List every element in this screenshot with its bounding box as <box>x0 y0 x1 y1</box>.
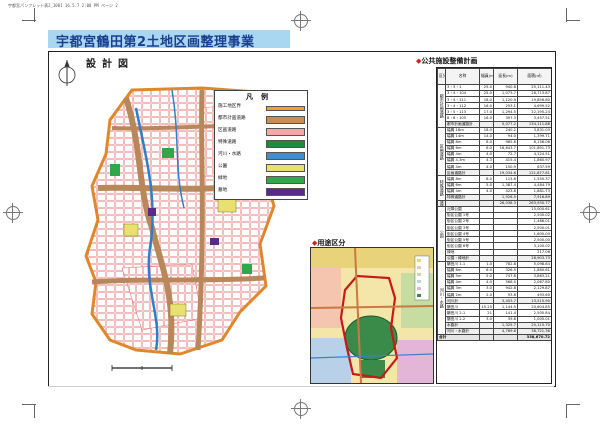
table-category-cell: 道路計 <box>437 199 446 207</box>
legend-item: 都市計画道路 <box>217 114 305 125</box>
legend-item: 公園 <box>217 162 305 173</box>
legend-item: 特殊道路 <box>217 138 305 149</box>
legend-item: 施工地区界 <box>217 102 305 113</box>
table-width-cell: 15.25 <box>479 303 494 311</box>
legend-swatch <box>266 188 305 196</box>
registration-mark-bottom <box>291 399 311 419</box>
map-legend: 凡例 施工地区界 都市計画道路 区画道路 特殊道路 河川・水路 公園 緑地 墓地 <box>214 90 308 200</box>
legend-item-label: 河川・水路 <box>218 152 241 157</box>
legend-item-label: 墓地 <box>218 188 228 193</box>
table-header-cell: 面積(㎡) <box>517 68 551 85</box>
legend-swatch <box>266 164 305 172</box>
crop-mark <box>566 20 580 21</box>
crop-mark <box>566 404 580 405</box>
divider <box>48 386 554 387</box>
table-header-row: 区分名称幅員(m)延長(m)面積(㎡) <box>437 68 551 85</box>
table-category-cell: 都市計画道路 <box>437 84 446 128</box>
registration-mark-right <box>580 203 600 223</box>
legend-item: 緑地 <box>217 174 305 185</box>
table-total-label: 合計 <box>437 333 480 341</box>
legend-item-label: 特殊道路 <box>218 140 237 145</box>
table-header-cell: 幅員(m) <box>479 68 494 85</box>
table-length-cell <box>493 333 518 341</box>
legend-swatch <box>266 116 305 124</box>
legend-swatch <box>266 140 305 148</box>
table-category-cell: 特殊道路 <box>437 175 446 201</box>
page-title: 宇都宮鶴田第2土地区画整理事業 <box>56 35 255 50</box>
legend-item-label: 緑地 <box>218 176 228 181</box>
legend-item-label: 都市計画道路 <box>218 116 246 121</box>
legend-item-label: 施工地区界 <box>218 104 241 109</box>
table-category-cell: 河川・水路 <box>437 260 446 335</box>
legend-swatch <box>266 176 305 184</box>
print-header-note: 宇都宮パンフレット表2_1001 16.5.7 2:08 PM ページ 2 <box>8 3 118 8</box>
legend-swatch <box>266 152 305 160</box>
legend-item: 区画道路 <box>217 126 305 137</box>
legend-item-label: 公園 <box>218 164 228 169</box>
table-width-cell <box>479 333 494 341</box>
table-header-cell: 延長(m) <box>493 68 518 85</box>
legend-item: 墓地 <box>217 186 305 197</box>
land-use-map <box>310 247 434 384</box>
public-facilities-table: 区分名称幅員(m)延長(m)面積(㎡)都市計画道路3・3・125.0940.82… <box>436 67 552 384</box>
legend-swatch <box>266 128 305 136</box>
crop-mark <box>34 404 35 418</box>
legend-title: 凡例 <box>246 93 276 101</box>
table-header-cell: 区分 <box>437 68 446 85</box>
crop-mark <box>566 8 567 22</box>
table-category-cell: 区画道路 <box>437 126 446 177</box>
legend-item-label: 区画道路 <box>218 128 237 133</box>
legend-item: 河川・水路 <box>217 150 305 161</box>
public-facilities-header: ◆公共施設整備計画 <box>416 57 478 65</box>
table-area-cell: 338,670.72 <box>517 333 551 341</box>
legend-swatch <box>266 106 305 111</box>
registration-mark-top <box>291 11 311 31</box>
crop-mark <box>34 8 35 22</box>
table-total-row: 合計 338,670.72 <box>437 333 551 341</box>
table-category-cell: 公園 <box>437 205 446 262</box>
table-header-cell: 名称 <box>445 68 480 85</box>
land-use-map-graphic <box>311 248 433 383</box>
crop-mark <box>566 404 567 418</box>
registration-mark-left <box>3 203 23 223</box>
